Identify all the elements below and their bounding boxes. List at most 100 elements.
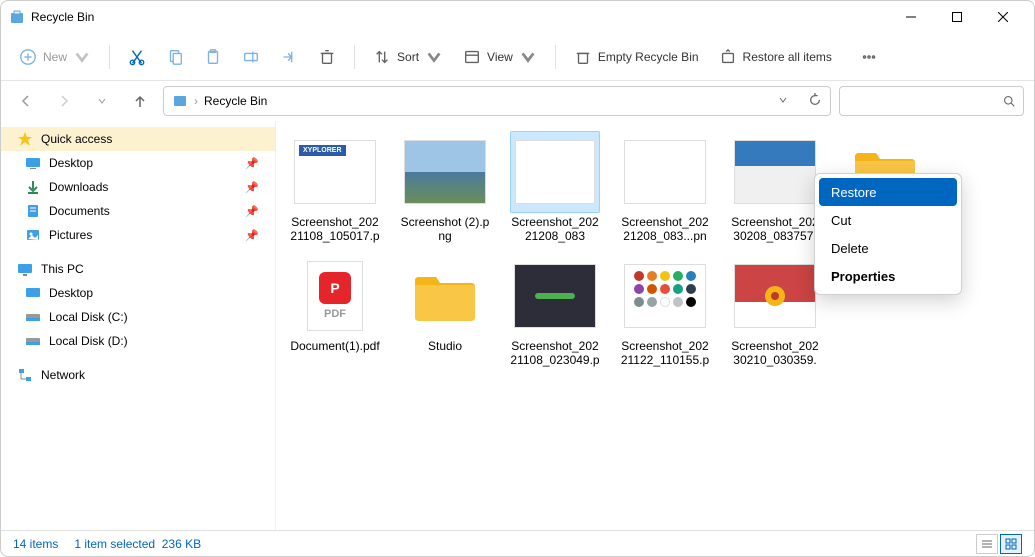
pc-icon xyxy=(17,261,33,277)
file-item-selected[interactable]: Screenshot_20221208_083 xyxy=(510,131,600,243)
search-icon xyxy=(1003,94,1015,108)
file-item[interactable]: Screenshot (2).png xyxy=(400,131,490,243)
breadcrumb[interactable]: Recycle Bin xyxy=(204,94,267,108)
file-label: Screenshot_20230210_030359.png xyxy=(730,339,820,367)
disk-icon xyxy=(25,309,41,325)
sidebar-quick-access[interactable]: Quick access xyxy=(1,127,275,151)
context-delete[interactable]: Delete xyxy=(819,234,957,262)
window-title: Recycle Bin xyxy=(31,10,94,24)
status-size: 236 KB xyxy=(162,537,201,551)
file-item[interactable]: Screenshot_20230210_030359.png xyxy=(730,255,820,367)
file-grid[interactable]: Screenshot_20221108_105017.png Screensho… xyxy=(276,121,1034,530)
folder-icon xyxy=(410,267,480,325)
sidebar-local-c[interactable]: Local Disk (C:) xyxy=(1,305,275,329)
search-input[interactable] xyxy=(848,94,1003,108)
file-item[interactable]: Screenshot_20221108_023049.png xyxy=(510,255,600,367)
file-label: Screenshot_20221108_023049.png xyxy=(510,339,600,367)
restore-all-button[interactable]: Restore all items xyxy=(711,40,840,74)
thumbnail xyxy=(624,264,706,328)
maximize-button[interactable] xyxy=(934,1,980,33)
file-label: Screenshot_20221108_105017.png xyxy=(290,215,380,243)
empty-label: Empty Recycle Bin xyxy=(598,50,699,64)
context-properties[interactable]: Properties xyxy=(819,262,957,290)
file-item[interactable]: Screenshot_20221122_110155.png xyxy=(620,255,710,367)
sidebar-downloads[interactable]: Downloads📌 xyxy=(1,175,275,199)
share-button[interactable] xyxy=(272,40,306,74)
search-box[interactable] xyxy=(839,86,1024,116)
details-view-button[interactable] xyxy=(976,534,998,554)
address-dropdown[interactable] xyxy=(778,94,788,108)
thumbnail xyxy=(514,264,596,328)
thumbnail xyxy=(734,264,816,328)
forward-button[interactable] xyxy=(49,86,79,116)
sidebar-documents[interactable]: Documents📌 xyxy=(1,199,275,223)
sidebar-item-label: Quick access xyxy=(41,132,112,146)
refresh-button[interactable] xyxy=(808,93,822,110)
sidebar: Quick access Desktop📌 Downloads📌 Documen… xyxy=(1,121,276,530)
sidebar-item-label: Local Disk (D:) xyxy=(49,334,128,348)
view-button[interactable]: View xyxy=(455,40,545,74)
recycle-bin-icon xyxy=(172,92,188,111)
context-restore[interactable]: Restore xyxy=(819,178,957,206)
empty-recycle-bin-button[interactable]: Empty Recycle Bin xyxy=(566,40,707,74)
network-icon xyxy=(17,367,33,383)
new-button[interactable]: New xyxy=(11,40,99,74)
sidebar-network[interactable]: Network xyxy=(1,363,275,387)
desktop-icon xyxy=(25,285,41,301)
context-cut[interactable]: Cut xyxy=(819,206,957,234)
icons-view-button[interactable] xyxy=(1000,534,1022,554)
file-label: Screenshot (2).png xyxy=(400,215,490,243)
file-item[interactable]: Screenshot_20221108_105017.png xyxy=(290,131,380,243)
file-item[interactable]: PPDF Document(1).pdf xyxy=(290,255,380,367)
paste-button[interactable] xyxy=(196,40,230,74)
sidebar-item-label: Desktop xyxy=(49,156,93,170)
pin-icon: 📌 xyxy=(245,181,259,194)
pictures-icon xyxy=(25,227,41,243)
minimize-button[interactable] xyxy=(888,1,934,33)
file-label: Studio xyxy=(428,339,462,353)
back-button[interactable] xyxy=(11,86,41,116)
file-item[interactable]: Studio xyxy=(400,255,490,367)
pin-icon: 📌 xyxy=(245,229,259,242)
sidebar-this-pc[interactable]: This PC xyxy=(1,257,275,281)
status-count: 14 items xyxy=(13,537,58,551)
thumbnail xyxy=(515,140,595,204)
file-item[interactable]: Screenshot_20221208_083...png xyxy=(620,131,710,243)
rename-button[interactable] xyxy=(234,40,268,74)
more-button[interactable] xyxy=(852,40,886,74)
address-bar[interactable]: › Recycle Bin xyxy=(163,86,831,116)
delete-button[interactable] xyxy=(310,40,344,74)
toolbar: New Sort View Empty Recycle Bin Restore … xyxy=(1,33,1034,81)
sort-label: Sort xyxy=(397,50,419,64)
restore-all-label: Restore all items xyxy=(743,50,832,64)
up-button[interactable] xyxy=(125,86,155,116)
new-label: New xyxy=(43,50,67,64)
thumbnail xyxy=(404,140,486,204)
sidebar-desktop[interactable]: Desktop📌 xyxy=(1,151,275,175)
pdf-icon: PPDF xyxy=(307,261,363,331)
status-selection: 1 item selected xyxy=(74,537,155,551)
close-button[interactable] xyxy=(980,1,1026,33)
context-menu: Restore Cut Delete Properties xyxy=(814,173,962,295)
view-label: View xyxy=(487,50,513,64)
thumbnail xyxy=(624,140,706,204)
sidebar-pictures[interactable]: Pictures 📌 xyxy=(1,223,275,247)
titlebar: Recycle Bin xyxy=(1,1,1034,33)
disk-icon xyxy=(25,333,41,349)
file-item[interactable]: Screenshot_20230208_083757.png xyxy=(730,131,820,243)
recycle-bin-icon xyxy=(9,9,25,25)
cut-button[interactable] xyxy=(120,40,154,74)
thumbnail xyxy=(734,140,816,204)
download-icon xyxy=(25,179,41,195)
copy-button[interactable] xyxy=(158,40,192,74)
file-label: Screenshot_20221208_083...png xyxy=(620,215,710,243)
sidebar-item-label: Pictures xyxy=(49,228,92,242)
sidebar-item-label: Desktop xyxy=(49,286,93,300)
sort-button[interactable]: Sort xyxy=(365,40,451,74)
file-label: Screenshot_20230208_083757.png xyxy=(730,215,820,243)
sidebar-item-label: Local Disk (C:) xyxy=(49,310,128,324)
sidebar-item-label: Documents xyxy=(49,204,110,218)
recent-button[interactable] xyxy=(87,86,117,116)
sidebar-local-d[interactable]: Local Disk (D:) xyxy=(1,329,275,353)
sidebar-desktop-pc[interactable]: Desktop xyxy=(1,281,275,305)
